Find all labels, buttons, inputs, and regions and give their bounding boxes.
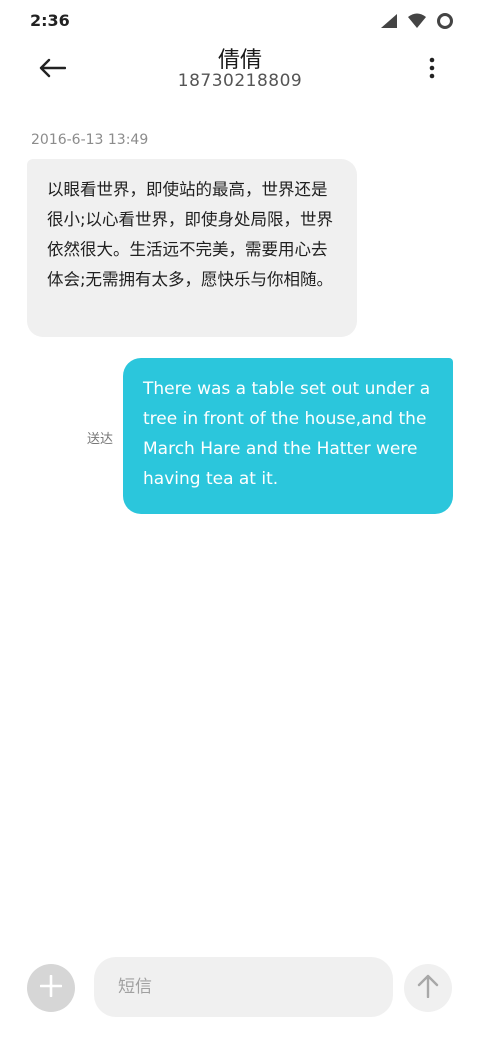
message-timestamp: 2016-6-13 13:49 <box>31 132 149 148</box>
status-time: 2:36 <box>30 11 70 30</box>
incoming-message-bubble[interactable]: 以眼看世界，即使站的最高，世界还是很小;以心看世界，即使身处局限，世界依然很大。… <box>27 159 357 337</box>
send-button[interactable] <box>404 964 452 1012</box>
battery-icon <box>436 12 454 34</box>
wifi-icon <box>407 13 427 33</box>
conversation-header: 倩倩 18730218809 <box>0 40 480 100</box>
incoming-message-text: 以眼看世界，即使站的最高，世界还是很小;以心看世界，即使身处局限，世界依然很大。… <box>47 180 334 289</box>
status-bar: 2:36 <box>0 0 480 40</box>
signal-icon <box>380 13 398 33</box>
more-vertical-icon <box>429 57 435 83</box>
more-options-button[interactable] <box>420 50 444 90</box>
composer-bar <box>0 955 480 1025</box>
arrow-up-icon <box>417 974 439 1002</box>
contact-name: 倩倩 <box>217 48 262 73</box>
add-attachment-button[interactable] <box>27 964 75 1012</box>
plus-icon <box>39 974 63 1001</box>
contact-number: 18730218809 <box>177 71 303 91</box>
sms-input[interactable] <box>94 957 393 1017</box>
outgoing-message-text: There was a table set out under a tree i… <box>143 379 431 489</box>
outgoing-message-bubble[interactable]: There was a table set out under a tree i… <box>123 358 453 514</box>
delivery-status: 送达 <box>87 432 114 447</box>
status-icons <box>380 12 454 34</box>
